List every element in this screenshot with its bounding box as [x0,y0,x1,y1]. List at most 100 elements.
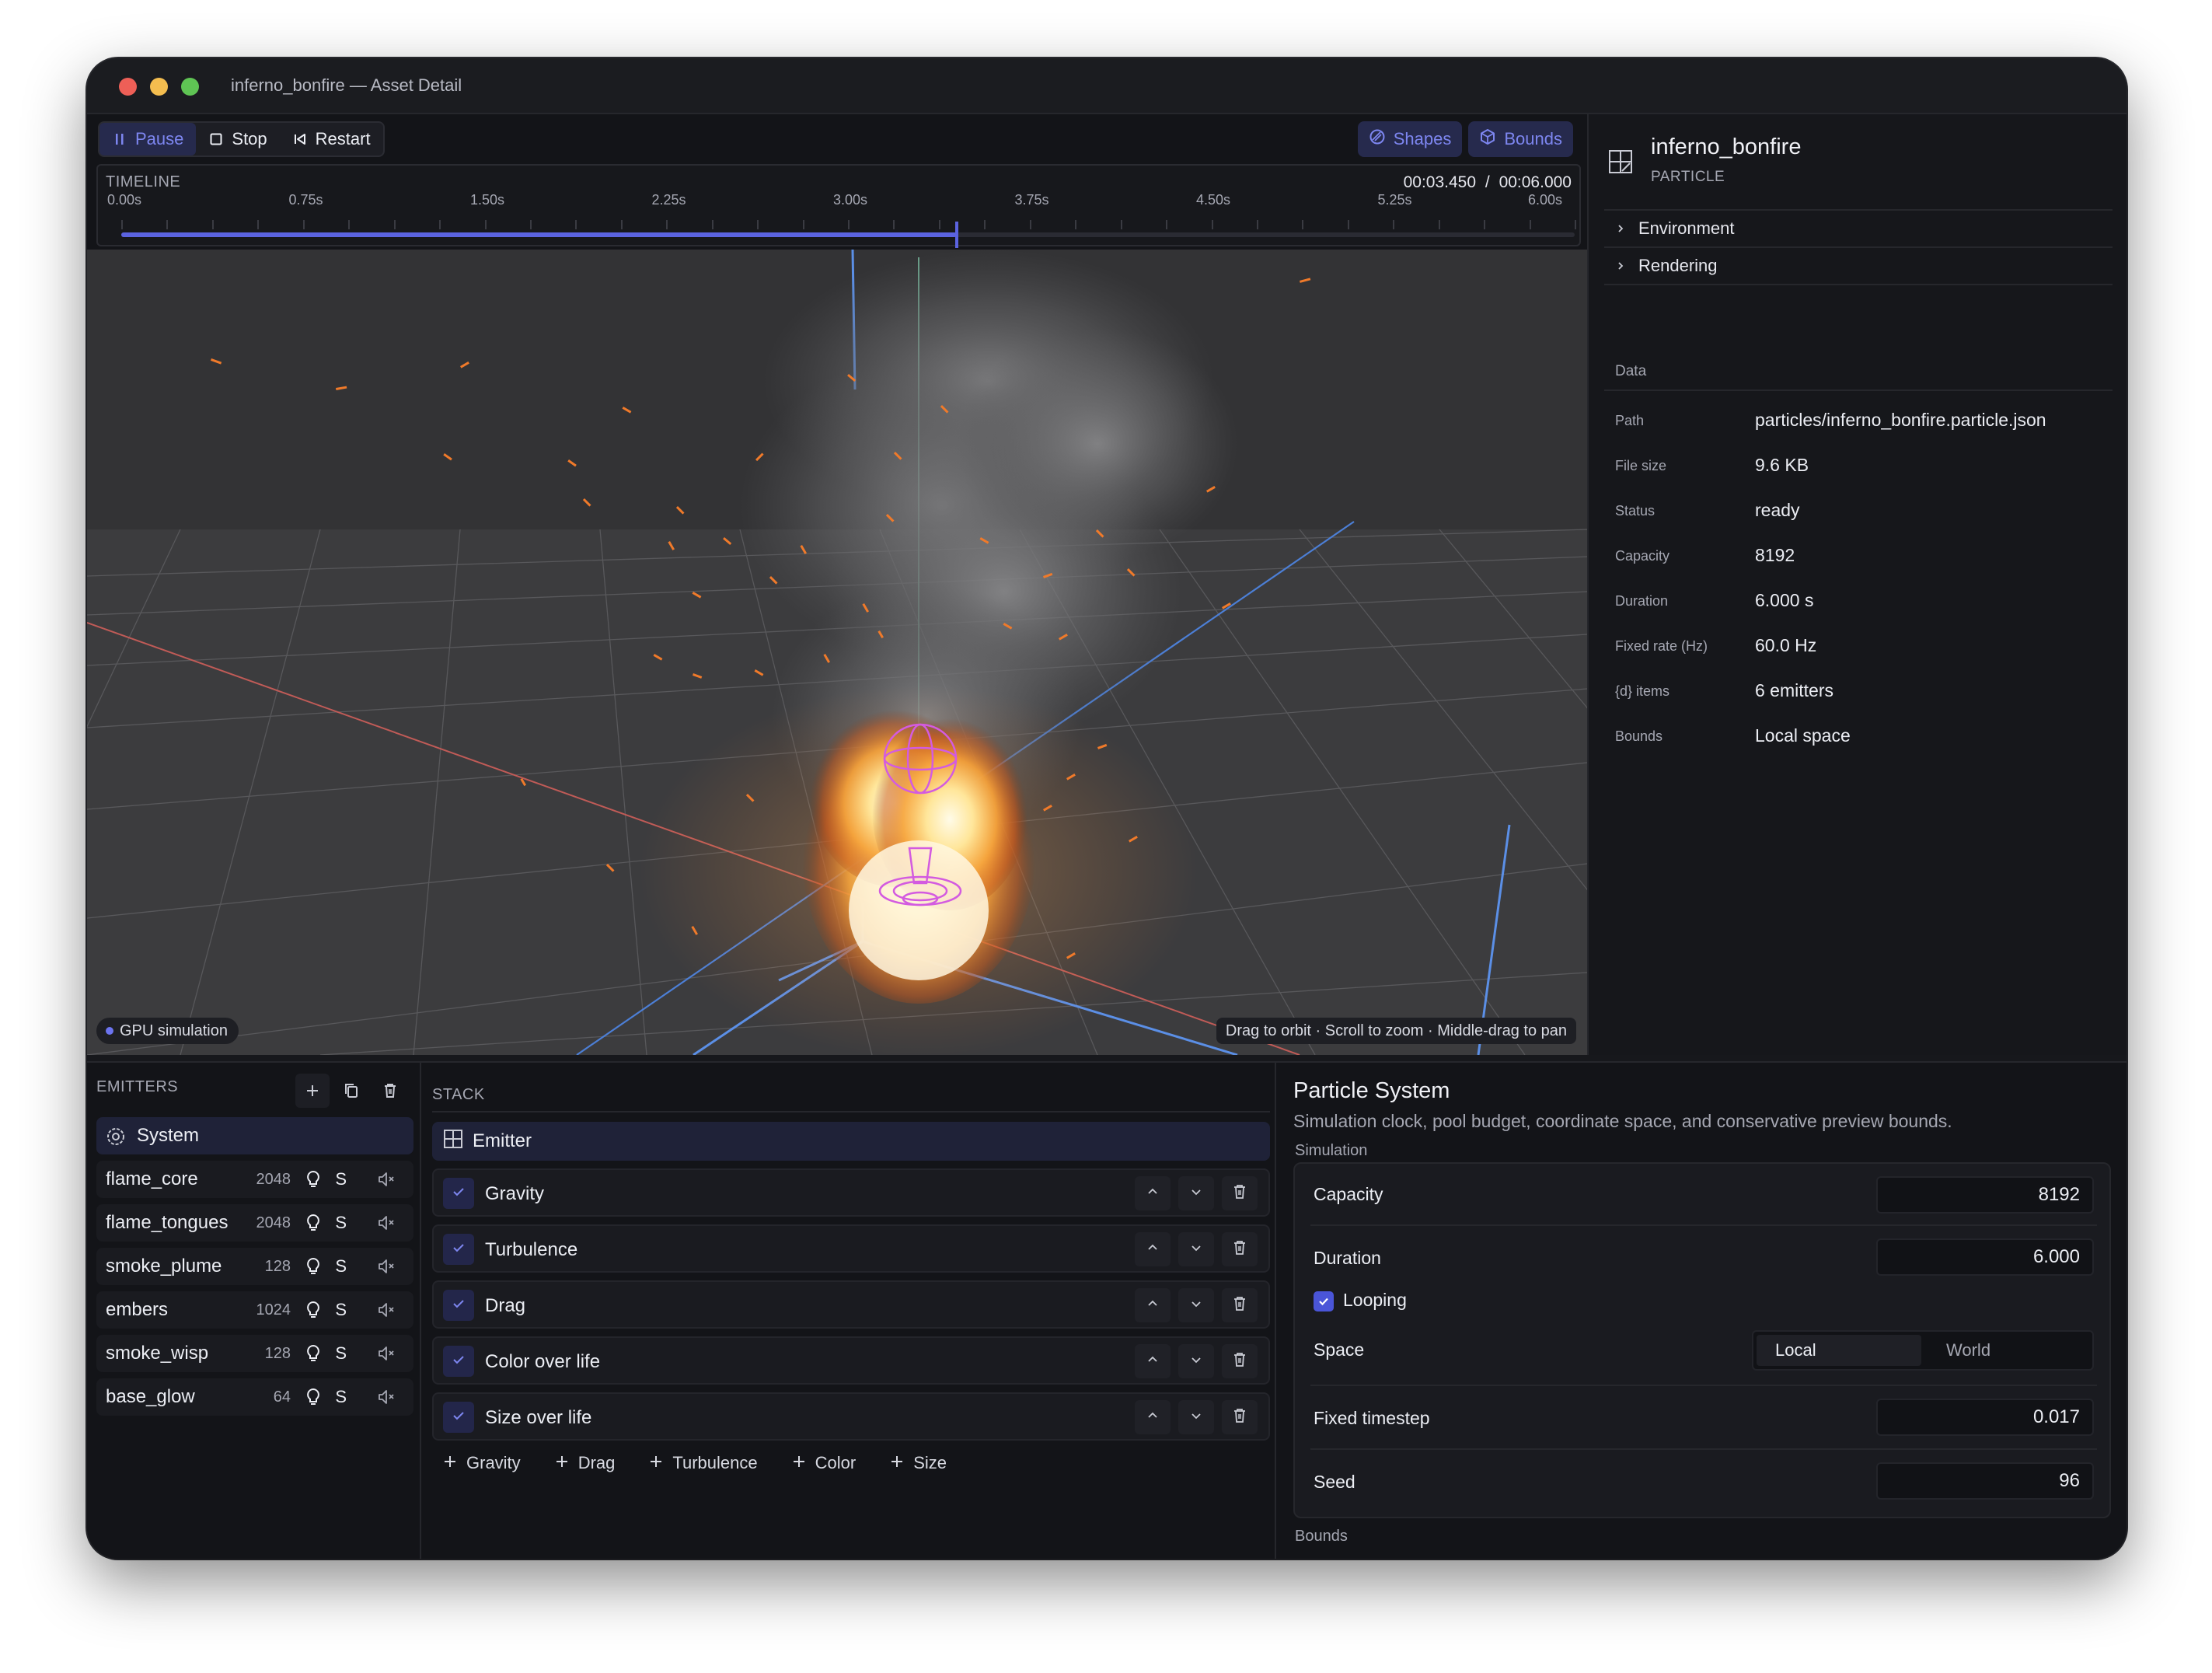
space-world-option[interactable]: World [1928,1335,2092,1366]
delete-emitter-button[interactable] [373,1074,407,1108]
solo-toggle[interactable]: S [335,1169,347,1189]
lightbulb-icon[interactable] [305,1387,322,1407]
lightbulb-icon[interactable] [305,1213,322,1233]
restart-button[interactable]: Restart [280,123,383,155]
system-row[interactable]: System [96,1117,413,1154]
asset-field-value: 60.0 Hz [1755,635,1817,655]
module-row[interactable]: Gravity [432,1168,1270,1217]
duration-input[interactable]: 6.000 [1876,1238,2094,1276]
emitter-row[interactable]: flame_core 2048 S [96,1161,413,1198]
shapes-toggle[interactable]: Shapes [1357,121,1463,157]
module-enabled-checkbox[interactable] [443,1346,474,1377]
plus-icon [307,1085,318,1096]
emitter-row[interactable]: flame_tongues 2048 S [96,1204,413,1242]
duplicate-emitter-button[interactable] [334,1074,368,1108]
timeline-tick-label: 3.00s [833,192,868,208]
add-module-label: Gravity [466,1453,521,1472]
environment-section[interactable]: Environment [1604,209,2113,246]
emitter-module-row[interactable]: Emitter [432,1122,1270,1161]
playhead-handle[interactable] [955,222,959,248]
move-down-button[interactable] [1178,1344,1214,1378]
module-enabled-checkbox[interactable] [443,1290,474,1321]
emitter-row[interactable]: smoke_wisp 128 S [96,1335,413,1372]
module-row[interactable]: Drag [432,1280,1270,1329]
lightbulb-icon[interactable] [305,1300,322,1320]
move-down-button[interactable] [1178,1176,1214,1210]
check-icon [1319,1298,1328,1306]
status-dot [106,1027,113,1035]
minimize-window-button[interactable] [150,78,168,96]
solo-toggle[interactable]: S [335,1343,347,1364]
move-up-button[interactable] [1135,1232,1171,1266]
timeline-minor-tick [1120,220,1122,229]
capacity-input[interactable]: 8192 [1876,1176,2094,1214]
stop-button[interactable]: Stop [196,123,279,155]
trash-icon [1233,1408,1247,1427]
3d-viewport[interactable]: GPU simulation Drag to orbit · Scroll to… [87,250,1587,1055]
emitter-row[interactable]: smoke_plume 128 S [96,1248,413,1285]
pause-button[interactable]: Pause [99,123,197,155]
module-row[interactable]: Color over life [432,1336,1270,1385]
add-module-button[interactable]: Turbulence [649,1453,758,1473]
close-window-button[interactable] [119,78,137,96]
module-enabled-checkbox[interactable] [443,1402,474,1433]
timeline-time-readout: 00:03.450 / 00:06.000 [1404,173,1572,192]
asset-field-key: Status [1615,503,1656,519]
chevron-right-icon [1615,256,1626,276]
mute-icon[interactable] [376,1343,396,1364]
delete-module-button[interactable] [1222,1288,1258,1322]
add-module-button[interactable]: Color [792,1453,856,1473]
mute-icon[interactable] [376,1387,396,1407]
trash-icon [1233,1184,1247,1203]
mute-icon[interactable] [376,1169,396,1189]
move-down-button[interactable] [1178,1288,1214,1322]
emitter-row[interactable]: embers 1024 S [96,1291,413,1329]
solo-toggle[interactable]: S [335,1256,347,1277]
timeline-track[interactable] [121,222,1575,248]
move-down-button[interactable] [1178,1400,1214,1434]
rendering-section[interactable]: Rendering [1604,246,2113,285]
delete-module-button[interactable] [1222,1400,1258,1434]
move-up-button[interactable] [1135,1176,1171,1210]
chevron-down-icon [1190,1242,1202,1258]
move-down-button[interactable] [1178,1232,1214,1266]
mute-icon[interactable] [376,1300,396,1320]
delete-module-button[interactable] [1222,1344,1258,1378]
module-row[interactable]: Turbulence [432,1224,1270,1273]
add-module-button[interactable]: Drag [555,1453,615,1473]
gear-icon [106,1126,126,1151]
solo-toggle[interactable]: S [335,1300,347,1320]
solo-toggle[interactable]: S [335,1387,347,1407]
timeline[interactable]: TIMELINE 00:03.450 / 00:06.000 0.00s 0.75… [96,164,1581,248]
add-module-button[interactable]: Gravity [443,1453,521,1473]
asset-field-value: Local space [1755,725,1851,746]
solo-toggle[interactable]: S [335,1213,347,1233]
bounds-label: Bounds [1504,129,1562,148]
add-emitter-button[interactable] [295,1074,330,1108]
delete-module-button[interactable] [1222,1232,1258,1266]
move-up-button[interactable] [1135,1344,1171,1378]
move-up-button[interactable] [1135,1400,1171,1434]
module-row[interactable]: Size over life [432,1392,1270,1441]
timeline-minor-tick [439,220,441,229]
emitter-row[interactable]: base_glow 64 S [96,1378,413,1416]
delete-module-button[interactable] [1222,1176,1258,1210]
module-enabled-checkbox[interactable] [443,1178,474,1209]
mute-icon[interactable] [376,1256,396,1277]
mute-icon[interactable] [376,1213,396,1233]
add-module-button[interactable]: Size [890,1453,947,1473]
move-up-button[interactable] [1135,1288,1171,1322]
zoom-window-button[interactable] [181,78,199,96]
timeline-minor-tick [1166,220,1168,229]
lightbulb-icon[interactable] [305,1256,322,1277]
lightbulb-icon[interactable] [305,1169,322,1189]
seed-input[interactable]: 96 [1876,1462,2094,1500]
lightbulb-icon[interactable] [305,1343,322,1364]
space-local-option[interactable]: Local [1757,1335,1921,1366]
trash-icon [385,1084,396,1098]
looping-checkbox[interactable] [1314,1291,1334,1312]
emitter-tools [295,1074,407,1108]
bounds-toggle[interactable]: Bounds [1468,121,1573,157]
module-enabled-checkbox[interactable] [443,1234,474,1265]
fixed-timestep-input[interactable]: 0.017 [1876,1399,2094,1436]
